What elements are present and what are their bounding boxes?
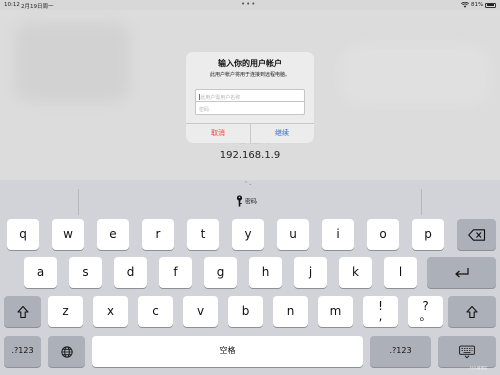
shift-icon	[466, 305, 478, 318]
blurred-background-shape	[15, 22, 130, 102]
key-w[interactable]: w	[52, 219, 84, 250]
dialog-message: 此用户帐户将用于连接到远程电脑。	[209, 72, 290, 78]
key-d[interactable]: d	[114, 257, 147, 288]
shift-icon	[16, 305, 29, 318]
shift-key-right[interactable]	[448, 296, 496, 327]
return-key[interactable]	[427, 257, 496, 288]
key-h[interactable]: h	[249, 257, 282, 288]
key-k[interactable]: k	[339, 257, 372, 288]
space-key[interactable]: 空格	[92, 336, 363, 367]
password-placeholder: 密码	[199, 106, 210, 113]
key-u[interactable]: u	[277, 219, 309, 250]
status-bar: 10:12 2月19日周一 ••• 81%	[0, 0, 500, 10]
key-g[interactable]: g	[204, 257, 237, 288]
suggestion-bar: 密码	[0, 189, 500, 215]
key-b[interactable]: b	[228, 296, 263, 327]
status-time: 10:12	[4, 2, 20, 8]
key-e[interactable]: e	[97, 219, 129, 250]
key-p[interactable]: p	[412, 219, 444, 250]
password-autofill-label: 密码	[244, 198, 257, 206]
globe-icon	[60, 345, 73, 358]
key-o[interactable]: o	[367, 219, 399, 250]
delete-key[interactable]	[457, 219, 496, 250]
blurred-background-shape	[340, 45, 490, 105]
key-t[interactable]: t	[187, 219, 219, 250]
exclamation-comma-key[interactable]: ! ,	[363, 296, 398, 327]
key-v[interactable]: v	[183, 296, 218, 327]
username-placeholder: 此用户需用户名称	[200, 94, 241, 101]
return-icon	[454, 267, 469, 277]
key-a[interactable]: a	[24, 257, 57, 288]
username-field[interactable]: 此用户需用户名称	[195, 89, 305, 102]
delete-icon	[467, 228, 485, 241]
key-s[interactable]: s	[69, 257, 102, 288]
keyboard-dismiss-icon	[459, 345, 475, 358]
key-i[interactable]: i	[322, 219, 354, 250]
period-label: 。	[419, 309, 432, 323]
suggestion-slot-left[interactable]	[0, 189, 79, 215]
numbers-key-right[interactable]: .?123	[370, 336, 431, 367]
key-q[interactable]: q	[7, 219, 39, 250]
key-j[interactable]: j	[294, 257, 327, 288]
question-period-key[interactable]: ? 。	[408, 296, 443, 327]
key-z[interactable]: z	[48, 296, 83, 327]
keyboard-dismiss-key[interactable]	[438, 336, 496, 367]
status-date: 2月19日周一	[21, 4, 54, 10]
key-m[interactable]: m	[318, 296, 353, 327]
key-l[interactable]: l	[384, 257, 417, 288]
continue-button[interactable]: 继续	[250, 123, 314, 143]
key-c[interactable]: c	[138, 296, 173, 327]
password-autofill-button[interactable]: 密码	[236, 195, 257, 209]
key-y[interactable]: y	[232, 219, 264, 250]
shift-key-left[interactable]	[4, 296, 41, 327]
suggestion-slot-right[interactable]	[421, 189, 500, 215]
comma-label: ,	[378, 309, 383, 323]
battery-icon	[485, 2, 496, 8]
globe-key[interactable]	[48, 336, 85, 367]
keyboard-handle-icon[interactable]: ⌃⌄	[244, 181, 252, 187]
numbers-key-left[interactable]: .?123	[4, 336, 41, 367]
watermark: 什么值得买	[470, 366, 488, 370]
cancel-button[interactable]: 取消	[186, 123, 250, 143]
key-icon	[236, 195, 243, 207]
key-r[interactable]: r	[142, 219, 174, 250]
key-n[interactable]: n	[273, 296, 308, 327]
multitasking-dots-icon[interactable]: •••	[241, 0, 256, 8]
user-account-dialog: 输入你的用户帐户 此用户帐户将用于连接到远程电脑。 此用户需用户名称 密码 取消…	[186, 52, 314, 143]
battery-percent: 81%	[471, 2, 484, 8]
password-field[interactable]: 密码	[195, 102, 305, 115]
dialog-title: 输入你的用户帐户	[218, 59, 282, 68]
key-x[interactable]: x	[93, 296, 128, 327]
connection-ip-address: 192.168.1.9	[219, 150, 281, 161]
wifi-icon	[461, 2, 469, 8]
key-f[interactable]: f	[159, 257, 192, 288]
